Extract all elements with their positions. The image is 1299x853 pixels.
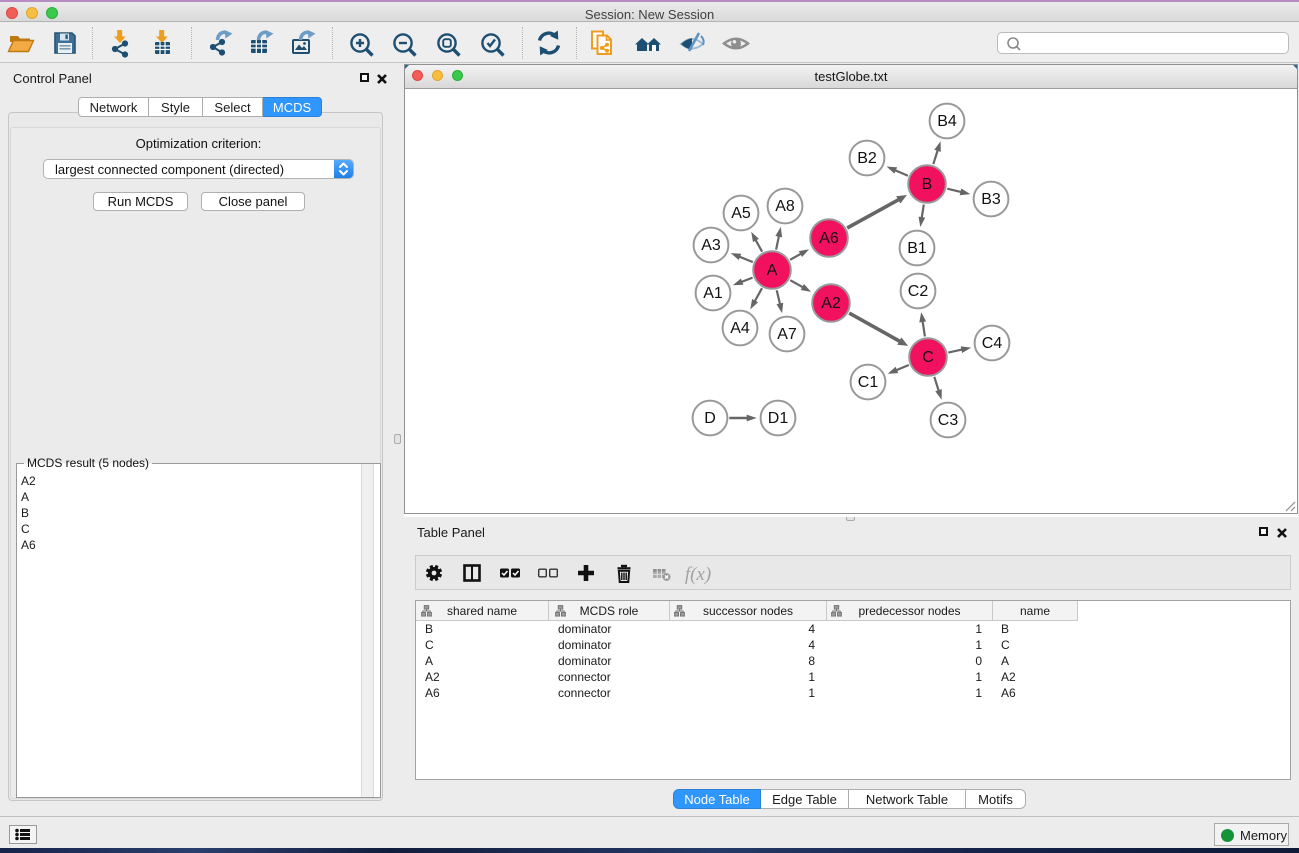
svg-text:A3: A3: [701, 237, 721, 254]
svg-text:D: D: [704, 410, 716, 427]
svg-text:f(x): f(x): [685, 564, 711, 585]
svg-text:A1: A1: [703, 285, 723, 302]
svg-text:A5: A5: [731, 205, 751, 222]
svg-text:A7: A7: [777, 326, 797, 343]
svg-text:C1: C1: [858, 374, 879, 391]
svg-text:C3: C3: [938, 412, 959, 429]
svg-text:C4: C4: [982, 335, 1003, 352]
svg-text:A4: A4: [730, 320, 750, 337]
svg-text:B1: B1: [907, 240, 927, 257]
svg-text:D1: D1: [768, 410, 789, 427]
svg-text:B3: B3: [981, 191, 1001, 208]
svg-text:A: A: [767, 262, 778, 279]
svg-text:B: B: [922, 176, 933, 193]
svg-text:A2: A2: [821, 295, 841, 312]
svg-text:B4: B4: [937, 113, 957, 130]
svg-text:A6: A6: [819, 230, 839, 247]
svg-text:A8: A8: [775, 198, 795, 215]
svg-text:B2: B2: [857, 150, 877, 167]
svg-text:C: C: [922, 349, 934, 366]
svg-text:C2: C2: [908, 283, 929, 300]
